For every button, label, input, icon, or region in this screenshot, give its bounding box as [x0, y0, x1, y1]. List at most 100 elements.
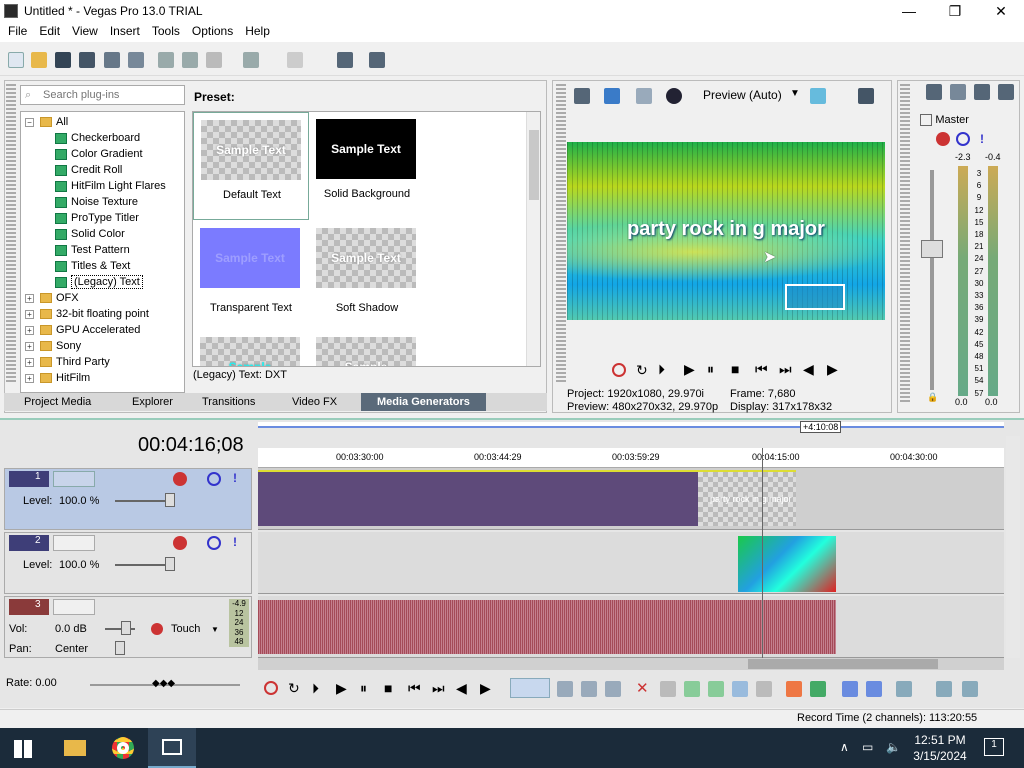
envelope-tool-icon[interactable] [557, 681, 573, 697]
auto-crossfade-icon[interactable] [866, 681, 882, 697]
tree-item[interactable]: Color Gradient [25, 146, 184, 162]
track-name-input[interactable] [53, 599, 95, 615]
render-preview-icon[interactable] [337, 52, 353, 68]
overlays-icon[interactable] [666, 88, 682, 104]
timeline-scrollbar[interactable] [258, 658, 1004, 670]
preset-soft-shadow[interactable]: Sample Text Soft Shadow [309, 220, 425, 328]
track-lane-1[interactable]: party rock in g major [258, 468, 1004, 530]
timeline-pause-icon[interactable]: ⏸ [360, 680, 367, 697]
search-plugins-input[interactable] [43, 88, 181, 102]
timeline-vscrollbar[interactable] [1006, 436, 1020, 658]
split-icon[interactable] [732, 681, 748, 697]
insert-marker-icon[interactable] [786, 681, 802, 697]
preview-quality-dropdown[interactable]: Preview (Auto) [703, 88, 782, 102]
notifications-icon[interactable]: 1 [984, 738, 1004, 756]
text-clip[interactable]: party rock in g major [698, 470, 796, 526]
level-slider-thumb[interactable] [165, 557, 175, 571]
edit-tool-dropdown[interactable] [510, 678, 550, 698]
solo-icon[interactable]: ! [233, 535, 237, 549]
volume-slider-thumb[interactable] [121, 621, 131, 635]
master-fx-icon[interactable] [936, 132, 950, 146]
automation-mode[interactable]: Touch [171, 623, 200, 635]
copy-snapshot-icon[interactable] [858, 88, 874, 104]
master-solo-icon[interactable]: ! [980, 132, 984, 146]
menu-tools[interactable]: Tools [146, 22, 186, 42]
timeline-play-icon[interactable]: ▶ [336, 680, 347, 697]
expand-toggle[interactable]: + [25, 357, 34, 367]
chevron-down-icon[interactable]: ▼ [211, 625, 219, 634]
tree-item[interactable]: (Legacy) Text [25, 274, 184, 290]
tree-item[interactable]: + OFX [25, 290, 184, 306]
tree-item[interactable]: +32-bit floating point [25, 306, 184, 322]
menu-view[interactable]: View [66, 22, 104, 42]
chevron-down-icon[interactable]: ▼ [790, 88, 800, 99]
tree-item[interactable]: Titles & Text [25, 258, 184, 274]
stop-icon[interactable]: ■ [731, 361, 739, 377]
menu-edit[interactable]: Edit [33, 22, 66, 42]
timeline-stop-icon[interactable]: ■ [384, 680, 392, 696]
menu-help[interactable]: Help [239, 22, 276, 42]
dim-output-icon[interactable] [974, 84, 990, 100]
tree-item[interactable]: Noise Texture [25, 194, 184, 210]
track-lane-3[interactable] [258, 596, 1004, 658]
tree-item[interactable]: + HitFilm [25, 370, 184, 386]
automation-icon[interactable] [151, 623, 163, 635]
track-header-1[interactable]: 1 Level: 100.0 % ! [4, 468, 252, 530]
go-to-end-icon[interactable]: ⏭ [779, 361, 792, 378]
timeline-prev-frame-icon[interactable]: ◀ [456, 680, 467, 697]
minimize-button[interactable]: — [886, 0, 932, 22]
zoom-tool-icon[interactable] [605, 681, 621, 697]
preset-transparent-text[interactable]: Sample Text Transparent Text [193, 220, 309, 328]
expand-toggle[interactable]: + [25, 293, 34, 303]
render-icon[interactable] [104, 52, 120, 68]
network-icon[interactable]: ▭ [862, 740, 873, 754]
copy-icon[interactable] [182, 52, 198, 68]
open-icon[interactable] [31, 52, 47, 68]
master-mute-icon[interactable] [956, 132, 970, 146]
windows-start-icon[interactable] [14, 740, 32, 758]
expand-toggle[interactable]: − [25, 117, 34, 127]
save-as-icon[interactable] [79, 52, 95, 68]
redo-icon[interactable] [287, 52, 303, 68]
record-icon[interactable] [612, 363, 626, 377]
tree-item[interactable]: + Sony [25, 338, 184, 354]
tab-media-generators[interactable]: Media Generators [361, 393, 486, 411]
ripple-edit-icon[interactable] [896, 681, 912, 697]
trim-icon[interactable] [660, 681, 676, 697]
chrome-icon[interactable] [112, 737, 134, 759]
lock-group-icon[interactable] [936, 681, 952, 697]
play-from-start-icon[interactable]: ⏵ [658, 361, 665, 378]
track-header-2[interactable]: 2 Level: 100.0 % ! [4, 532, 252, 594]
gradient-clip[interactable] [738, 536, 836, 592]
snapping-icon[interactable] [842, 681, 858, 697]
menu-file[interactable]: File [2, 22, 33, 42]
insert-region-icon[interactable] [810, 681, 826, 697]
tab-explorer[interactable]: Explorer [116, 393, 186, 411]
delete-icon[interactable]: ✕ [636, 679, 649, 697]
solo-icon[interactable]: ! [233, 471, 237, 485]
track-lane-2[interactable] [258, 532, 1004, 594]
tree-item[interactable]: Checkerboard [25, 130, 184, 146]
split-screen-icon[interactable] [636, 88, 652, 104]
playhead[interactable] [762, 448, 763, 658]
timeline-loop-icon[interactable]: ↻ [288, 680, 300, 697]
expand-toggle[interactable]: + [25, 325, 34, 335]
chevron-up-icon[interactable]: ∧ [840, 740, 849, 754]
volume-icon[interactable]: 🔈 [886, 740, 901, 754]
external-monitor-icon[interactable] [604, 88, 620, 104]
preset-other[interactable]: Sample [309, 328, 425, 366]
expand-toggle[interactable]: + [25, 341, 34, 351]
selection-tool-icon[interactable] [581, 681, 597, 697]
trim-end-icon[interactable] [708, 681, 724, 697]
go-to-start-icon[interactable]: ⏮ [755, 361, 768, 378]
tab-project-media[interactable]: Project Media [4, 393, 116, 411]
level-slider-thumb[interactable] [165, 493, 175, 507]
menu-options[interactable]: Options [186, 22, 239, 42]
trim-start-icon[interactable] [684, 681, 700, 697]
play-icon[interactable]: ▶ [684, 361, 695, 378]
preview-properties-icon[interactable] [574, 88, 590, 104]
track-header-3[interactable]: 3 Vol: 0.0 dB Pan: Center Touch ▼ -4.9 12… [4, 596, 252, 658]
preset-default-text[interactable]: Sample Text Default Text [193, 112, 309, 220]
loop-icon[interactable]: ↻ [636, 362, 648, 379]
clock-time[interactable]: 12:51 PM [914, 733, 966, 747]
